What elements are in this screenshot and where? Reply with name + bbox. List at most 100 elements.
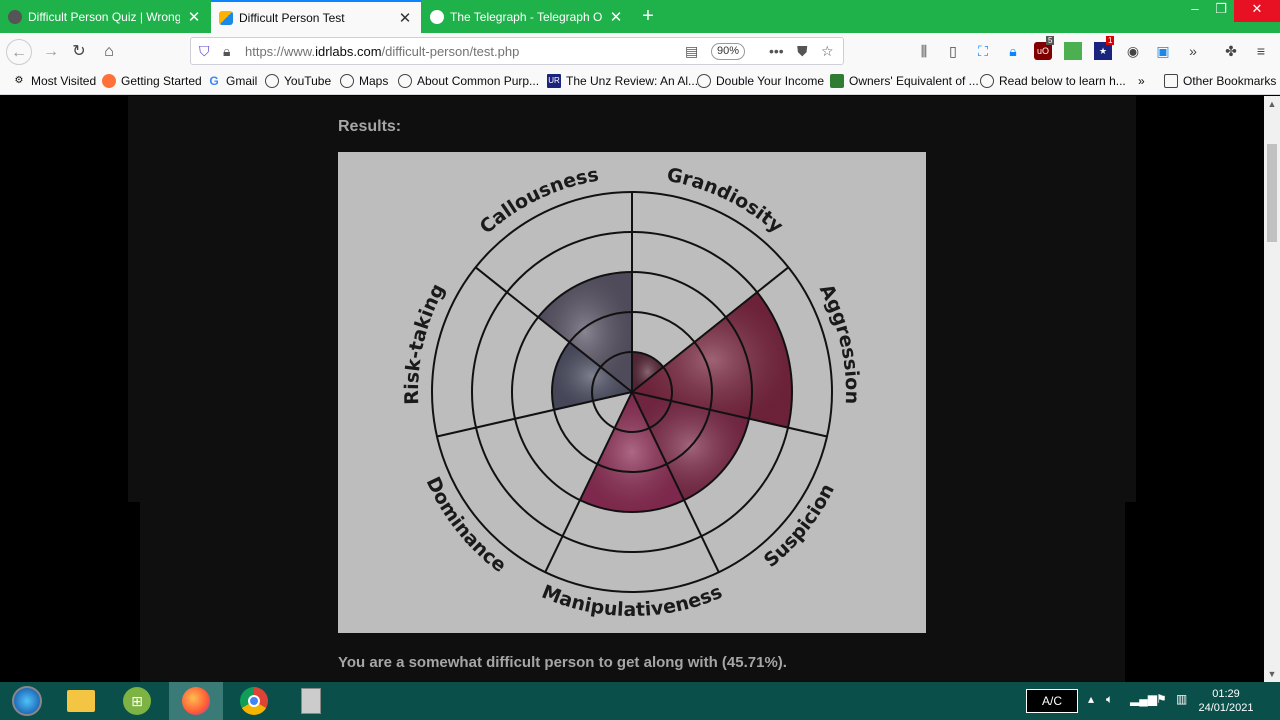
taskbar-calculator[interactable] (284, 682, 338, 720)
scroll-down-icon[interactable]: ▼ (1264, 666, 1280, 682)
green-app-icon: ⊞ (123, 687, 151, 715)
bookmark-unz-review[interactable]: UR The Unz Review: An Al... (547, 74, 698, 88)
clock-date: 24/01/2021 (1198, 702, 1254, 714)
bookmark-double-income[interactable]: Double Your Income (697, 74, 824, 88)
globe-icon (980, 74, 994, 88)
green-extension-icon[interactable] (1064, 42, 1082, 60)
show-hidden-icons-icon[interactable]: ▴ (1088, 692, 1094, 706)
close-tab-icon[interactable]: ✕ (397, 9, 413, 27)
telegraph-favicon-icon (430, 9, 444, 24)
account-icon[interactable]: ◉ (1124, 42, 1142, 60)
taskbar-firefox[interactable] (169, 682, 223, 720)
zoom-level[interactable]: 90% (711, 43, 745, 60)
grid-spoke (436, 391, 633, 438)
home-button[interactable]: ⌂ (96, 39, 122, 65)
axis-label-aggression: Aggression (815, 281, 863, 405)
money-icon (830, 74, 844, 88)
site-favicon-icon (8, 9, 22, 24)
clock[interactable]: 01:29 24/01/2021 (1196, 687, 1256, 715)
bookmark-getting-started[interactable]: Getting Started (102, 74, 202, 88)
bookmark-owners-equivalent[interactable]: Owners' Equivalent of ... (830, 74, 979, 88)
clock-time: 01:29 (1212, 688, 1240, 700)
pocket-icon[interactable]: ⛊ (797, 43, 808, 60)
flag-icon[interactable]: ⚑ (1156, 692, 1167, 706)
forward-button[interactable]: → (38, 39, 64, 65)
reload-button[interactable]: ↻ (66, 39, 92, 65)
bookmark-common-purpose[interactable]: About Common Purp... (398, 74, 539, 88)
bookmark-youtube[interactable]: YouTube (265, 74, 331, 88)
calculator-icon (301, 688, 321, 714)
taskbar-file-explorer[interactable] (54, 682, 108, 720)
camera-extension-icon[interactable]: ▣ (1154, 42, 1172, 60)
page-content: Results: Grandiosity Aggression Suspicion M… (0, 96, 1264, 682)
signal-icon[interactable]: ▂▄▆ (1130, 692, 1157, 706)
taskbar-green-app[interactable]: ⊞ (110, 682, 164, 720)
chrome-icon (240, 687, 268, 715)
menu-icon[interactable]: ≡ (1252, 42, 1270, 60)
tab-title: The Telegraph - Telegraph Onl (450, 9, 602, 24)
windows-start-icon (12, 686, 42, 716)
globe-icon (340, 74, 354, 88)
bookmark-gmail[interactable]: G Gmail (207, 74, 257, 88)
axis-label-suspicion: Suspicion (760, 480, 839, 572)
page-actions-icon[interactable]: ••• (769, 43, 784, 59)
firefox-icon (182, 687, 210, 715)
tab-bar: Difficult Person Quiz | Wrong P ✕ Diffic… (0, 0, 1280, 33)
url-bar[interactable]: ⛉ 🔒︎ https://www.idrlabs.com/difficult-p… (190, 37, 844, 65)
axis-label-risk-taking: Risk-taking (401, 280, 449, 405)
url-text[interactable]: https://www.idrlabs.com/difficult-person… (245, 44, 519, 59)
tab-telegraph[interactable]: The Telegraph - Telegraph Onl ✕ (422, 0, 632, 33)
volume-icon[interactable]: 🔈︎ (1106, 692, 1113, 707)
axis-label-manipulativeness: Manipulativeness (539, 581, 726, 621)
result-summary: You are a somewhat difficult person to g… (338, 654, 787, 671)
close-window-button[interactable]: ✕ (1234, 0, 1280, 22)
google-icon: G (209, 74, 219, 88)
close-tab-icon[interactable]: ✕ (186, 8, 202, 26)
network-icon[interactable]: ▥ (1176, 692, 1187, 706)
bookmark-most-visited[interactable]: ⚙ Most Visited (12, 74, 97, 88)
tracking-protection-icon[interactable]: ⛉ (199, 43, 210, 60)
axis-label-dominance: Dominance (422, 473, 511, 576)
bookmark-read-below[interactable]: Read below to learn h... (980, 74, 1126, 88)
polar-chart: Grandiosity Aggression Suspicion Manipulati… (401, 164, 863, 621)
globe-icon (697, 74, 711, 88)
bookmarks-overflow-icon[interactable]: » (1138, 74, 1145, 88)
taskbar-chrome[interactable] (227, 682, 281, 720)
ac-indicator[interactable]: A/C (1026, 689, 1078, 713)
results-heading: Results: (338, 118, 402, 135)
back-button[interactable]: ← (6, 39, 32, 65)
library-icon[interactable]: ⫼ (915, 42, 933, 60)
bookmarks-toolbar: ⚙ Most Visited Getting Started G Gmail You… (0, 70, 1280, 95)
folder-icon (1164, 74, 1178, 88)
bookmark-star-icon[interactable]: ☆ (821, 43, 834, 60)
unz-icon: UR (547, 74, 561, 88)
scroll-up-icon[interactable]: ▲ (1264, 96, 1280, 112)
idrlabs-favicon-icon (219, 10, 233, 25)
tab-quiz[interactable]: Difficult Person Quiz | Wrong P ✕ (0, 0, 210, 33)
bookmark-other-bookmarks[interactable]: Other Bookmarks (1164, 74, 1276, 88)
ublock-badge: 5 (1046, 36, 1055, 45)
news-badge: 1 (1106, 36, 1115, 45)
reader-view-icon[interactable]: ▤ (685, 43, 698, 60)
tab-title: Difficult Person Quiz | Wrong P (28, 9, 180, 24)
globe-icon (398, 74, 412, 88)
bookmark-maps[interactable]: Maps (340, 74, 388, 88)
extensions-icon[interactable]: ✤ (1222, 42, 1240, 60)
scroll-thumb[interactable] (1267, 144, 1277, 242)
close-tab-icon[interactable]: ✕ (608, 8, 624, 26)
new-tab-button[interactable]: + (636, 4, 660, 28)
navigation-toolbar: ← → ↻ ⌂ ⛉ 🔒︎ https://www.idrlabs.com/dif… (0, 33, 1280, 70)
taskbar: ⊞ A/C ▴ 🔈︎ ▂▄▆ ⚑ ▥ 01:29 24/01/2021 (0, 682, 1280, 720)
start-button[interactable] (0, 682, 54, 720)
sidebar-icon[interactable]: ▯ (944, 42, 962, 60)
lock-extension-icon[interactable]: 🔒︎ (1004, 42, 1022, 60)
firefox-icon (102, 74, 116, 88)
axis-label-callousness: Callousness (476, 164, 601, 239)
gear-icon: ⚙ (14, 75, 24, 86)
screenshot-icon[interactable]: ⛶ (974, 42, 992, 60)
lock-icon[interactable]: 🔒︎ (223, 43, 230, 60)
restore-button[interactable]: ❐ (1206, 0, 1236, 22)
vertical-scrollbar[interactable]: ▲ ▼ (1264, 96, 1280, 682)
tab-difficult-person-test[interactable]: Difficult Person Test ✕ (211, 0, 421, 33)
overflow-chevron-icon[interactable]: » (1184, 42, 1202, 60)
